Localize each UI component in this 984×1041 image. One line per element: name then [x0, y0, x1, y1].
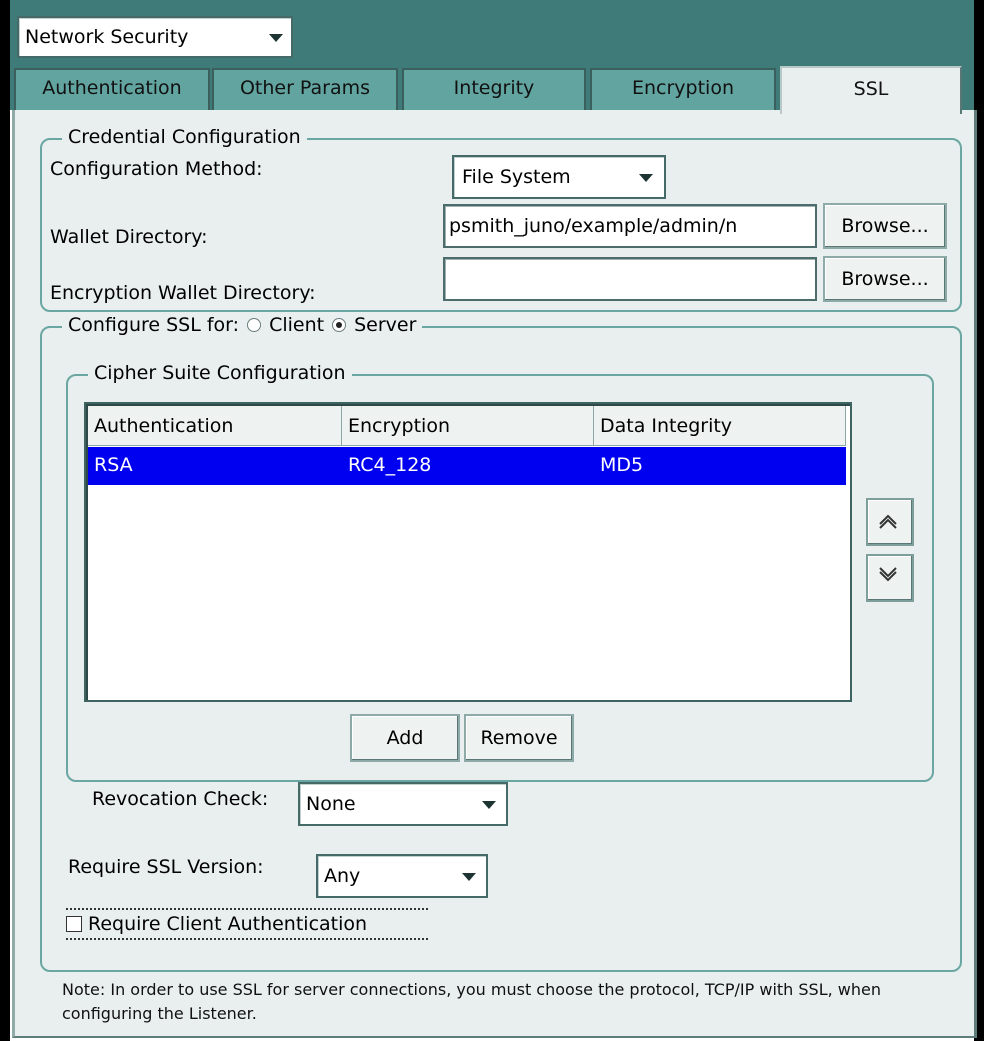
chevron-down-icon — [879, 567, 897, 582]
column-header-authentication[interactable]: Authentication — [88, 406, 342, 446]
network-security-window: Network Security Authentication Other Pa… — [0, 0, 984, 1041]
tab-integrity[interactable]: Integrity — [402, 68, 586, 112]
configure-ssl-legend: Configure SSL for: Client Server — [62, 314, 423, 336]
ssl-note: Note: In order to use SSL for server con… — [62, 980, 882, 1023]
cell-authentication: RSA — [94, 454, 133, 476]
dropdown-arrow-icon — [462, 873, 476, 881]
tab-ssl[interactable]: SSL — [780, 66, 962, 114]
tab-authentication[interactable]: Authentication — [14, 68, 210, 112]
revocation-check-select[interactable]: None — [298, 782, 508, 826]
table-row[interactable]: RSA RC4_128 MD5 — [88, 447, 846, 485]
column-header-data-integrity[interactable]: Data Integrity — [594, 406, 846, 446]
column-header-encryption[interactable]: Encryption — [342, 406, 594, 446]
require-ssl-version-value: Any — [324, 865, 361, 887]
encryption-wallet-directory-label: Encryption Wallet Directory: — [50, 282, 316, 304]
remove-button[interactable]: Remove — [464, 714, 574, 762]
tab-encryption[interactable]: Encryption — [590, 68, 776, 112]
cell-data-integrity: MD5 — [600, 454, 644, 476]
wallet-directory-label: Wallet Directory: — [50, 226, 208, 248]
cell-encryption: RC4_128 — [348, 454, 432, 476]
configuration-method-value: File System — [462, 166, 571, 188]
require-client-authentication-checkbox-row[interactable]: Require Client Authentication — [66, 908, 428, 940]
left-edge — [0, 0, 10, 1041]
chevron-up-icon — [879, 514, 897, 529]
network-security-select[interactable]: Network Security — [17, 16, 293, 58]
configure-ssl-label: Configure SSL for: — [68, 314, 240, 336]
encryption-wallet-browse-button[interactable]: Browse... — [823, 256, 947, 302]
client-radio-label[interactable]: Client — [269, 314, 324, 336]
configuration-method-select[interactable]: File System — [452, 155, 666, 199]
move-up-button[interactable] — [866, 498, 914, 546]
require-client-authentication-checkbox[interactable] — [66, 916, 82, 932]
encryption-wallet-directory-input[interactable] — [443, 257, 817, 301]
wallet-directory-value: psmith_juno/example/admin/n — [449, 215, 738, 237]
revocation-check-label: Revocation Check: — [92, 788, 269, 810]
dropdown-arrow-icon — [269, 34, 283, 42]
dropdown-arrow-icon — [639, 174, 653, 182]
network-security-select-value: Network Security — [25, 26, 189, 48]
server-radio[interactable] — [332, 318, 347, 332]
cipher-suite-table[interactable]: Authentication Encryption Data Integrity… — [84, 402, 852, 702]
add-button[interactable]: Add — [350, 714, 460, 762]
wallet-browse-button[interactable]: Browse... — [823, 203, 947, 249]
require-client-authentication-label[interactable]: Require Client Authentication — [88, 913, 367, 935]
tab-other-params[interactable]: Other Params — [212, 68, 398, 112]
require-ssl-version-label: Require SSL Version: — [68, 856, 264, 878]
configuration-method-label: Configuration Method: — [50, 158, 263, 180]
server-radio-label[interactable]: Server — [354, 314, 416, 336]
cipher-suite-legend: Cipher Suite Configuration — [88, 362, 352, 384]
require-ssl-version-select[interactable]: Any — [316, 854, 488, 898]
client-radio[interactable] — [247, 318, 262, 332]
credential-configuration-legend: Credential Configuration — [62, 126, 307, 148]
revocation-check-value: None — [306, 793, 356, 815]
dropdown-arrow-icon — [482, 801, 496, 809]
move-down-button[interactable] — [866, 554, 914, 602]
wallet-directory-input[interactable]: psmith_juno/example/admin/n — [443, 204, 817, 248]
